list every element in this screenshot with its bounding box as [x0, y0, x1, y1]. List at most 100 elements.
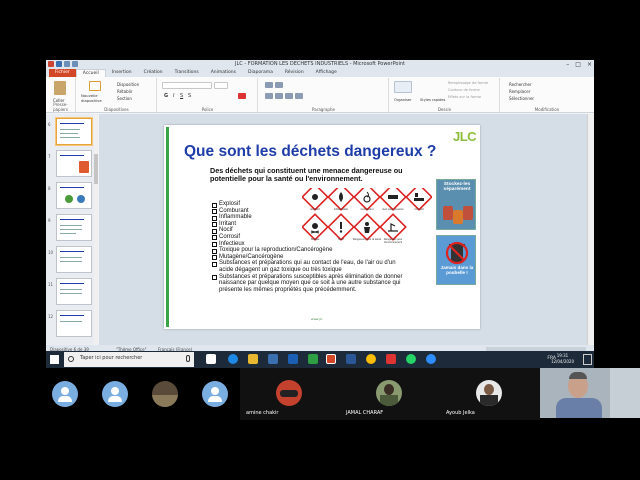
clipboard-group-label: Presse-papiers — [53, 102, 68, 112]
participant-name: JAMAL CHARAF — [346, 410, 384, 416]
jlc-logo: JLC — [453, 129, 477, 144]
shapes-gallery[interactable] — [394, 81, 412, 93]
slide-thumbnail-12[interactable] — [56, 310, 92, 337]
bold-icon[interactable]: G — [164, 93, 168, 99]
barrel-icon — [463, 206, 473, 220]
excel-icon[interactable] — [308, 354, 318, 364]
app-icon[interactable] — [48, 61, 54, 67]
window-controls: – □ × — [566, 60, 592, 69]
slide-scrollbar[interactable] — [587, 114, 594, 345]
paragraph-group: Paragraphe — [259, 78, 389, 112]
scrollbar-thumb[interactable] — [94, 154, 98, 184]
align-center-icon[interactable] — [275, 93, 283, 99]
slide-thumbnail-11[interactable] — [56, 278, 92, 305]
layout-button[interactable]: Disposition — [117, 82, 139, 87]
shape-fill-button[interactable]: Remplissage de forme — [448, 81, 488, 85]
taskbar-search[interactable]: Taper ici pour rechercher — [64, 352, 194, 367]
paste-icon[interactable] — [54, 81, 66, 95]
font-color-icon[interactable] — [238, 93, 246, 99]
select-button[interactable]: Sélectionner — [509, 96, 534, 101]
slide-thumbnail-9[interactable] — [56, 214, 92, 241]
reset-button[interactable]: Rétablir — [117, 89, 133, 94]
replace-button[interactable]: Remplacer — [509, 89, 530, 94]
arrange-button[interactable]: Organiser — [394, 98, 412, 102]
maximize-button[interactable]: □ — [575, 60, 581, 69]
shadow-icon[interactable]: S — [188, 93, 191, 99]
participant-tile[interactable]: Ayoub Jelka — [440, 368, 540, 420]
shape-outline-button[interactable]: Contour de forme — [448, 88, 480, 92]
mail-icon[interactable] — [288, 354, 298, 364]
section-button[interactable]: Section — [117, 96, 132, 101]
participant-tile[interactable] — [140, 368, 190, 420]
slide-intro-text: Des déchets qui constituent une menace d… — [210, 166, 403, 184]
underline-icon[interactable]: S — [180, 93, 183, 99]
participant-tile[interactable] — [190, 368, 240, 420]
system-clock[interactable]: 19:31 12/04/2020 — [551, 353, 574, 365]
barrel-icon — [453, 210, 463, 224]
justify-icon[interactable] — [295, 93, 303, 99]
chrome-icon[interactable] — [366, 354, 376, 364]
new-slide-button[interactable]: Nouvelle diapositive — [81, 93, 111, 103]
notifications-icon[interactable] — [583, 354, 592, 365]
thumbnails-scrollbar[interactable] — [94, 114, 98, 345]
slide-accent-bar — [166, 127, 169, 327]
tab-review[interactable]: Révision — [279, 69, 310, 77]
pictogram-label: Corrosif — [414, 208, 424, 211]
slides-group: Nouvelle diapositive Disposition Rétabli… — [77, 78, 157, 112]
edge-browser-icon[interactable] — [228, 354, 238, 364]
minimize-button[interactable]: – — [566, 60, 569, 69]
list-item: Mutagène/Cancérogène — [212, 254, 407, 261]
store-icon[interactable] — [268, 354, 278, 364]
word-icon[interactable] — [346, 354, 356, 364]
quick-styles-button[interactable]: Styles rapides — [420, 98, 445, 102]
participant-tile[interactable] — [90, 368, 140, 420]
barrel-icon — [443, 206, 453, 220]
save-icon[interactable] — [56, 61, 62, 67]
windows-start-icon[interactable] — [50, 355, 59, 364]
avatar — [476, 380, 502, 406]
font-name-select[interactable] — [162, 82, 212, 89]
slide-thumbnail-10[interactable] — [56, 246, 92, 273]
tab-slideshow[interactable]: Diaporama — [242, 69, 279, 77]
bullets-icon[interactable] — [265, 82, 273, 88]
title-bar: JLC - FORMATION LES DECHETS INDUSTRIELS … — [46, 60, 594, 69]
tab-animations[interactable]: Animations — [205, 69, 242, 77]
close-button[interactable]: × — [587, 60, 592, 69]
shape-effects-button[interactable]: Effets sur la forme — [448, 95, 481, 99]
whatsapp-icon[interactable] — [406, 354, 416, 364]
thumbnail-number: 10 — [48, 250, 54, 255]
tab-view[interactable]: Affichage — [310, 69, 343, 77]
avatar-icon — [52, 381, 78, 407]
powerpoint-taskbar-icon[interactable] — [326, 354, 336, 364]
tab-file[interactable]: Fichier — [49, 69, 76, 77]
participant-tile[interactable]: amine chakir — [240, 368, 340, 420]
file-explorer-icon[interactable] — [248, 354, 258, 364]
numbering-icon[interactable] — [275, 82, 283, 88]
tab-insert[interactable]: Insertion — [106, 69, 138, 77]
zoom-icon[interactable] — [426, 354, 436, 364]
find-button[interactable]: Rechercher — [509, 82, 532, 87]
active-speaker-video[interactable] — [540, 368, 640, 418]
align-right-icon[interactable] — [285, 93, 293, 99]
current-slide[interactable]: Que sont les déchets dangereux ? JLC Des… — [164, 125, 480, 329]
slide-thumbnail-6[interactable] — [56, 118, 92, 145]
app-icon[interactable] — [386, 354, 396, 364]
slide-thumbnail-7[interactable] — [56, 150, 92, 177]
italic-icon[interactable]: I — [173, 93, 174, 99]
font-size-select[interactable] — [214, 82, 228, 89]
new-slide-icon[interactable] — [89, 81, 101, 91]
undo-icon[interactable] — [64, 61, 70, 67]
avatar-icon — [202, 381, 228, 407]
redo-icon[interactable] — [72, 61, 78, 67]
microphone-icon[interactable] — [186, 355, 190, 362]
align-left-icon[interactable] — [265, 93, 273, 99]
participant-tile[interactable] — [40, 368, 90, 420]
tab-home[interactable]: Accueil — [75, 69, 106, 77]
participant-tile[interactable]: JAMAL CHARAF — [340, 368, 440, 420]
task-view-icon[interactable] — [206, 354, 216, 364]
tab-design[interactable]: Création — [138, 69, 169, 77]
tab-transitions[interactable]: Transitions — [169, 69, 205, 77]
slides-group-label: Diapositives — [104, 107, 129, 112]
poster-text: Jamais dans la poubelle ! — [440, 265, 474, 275]
slide-thumbnail-8[interactable] — [56, 182, 92, 209]
